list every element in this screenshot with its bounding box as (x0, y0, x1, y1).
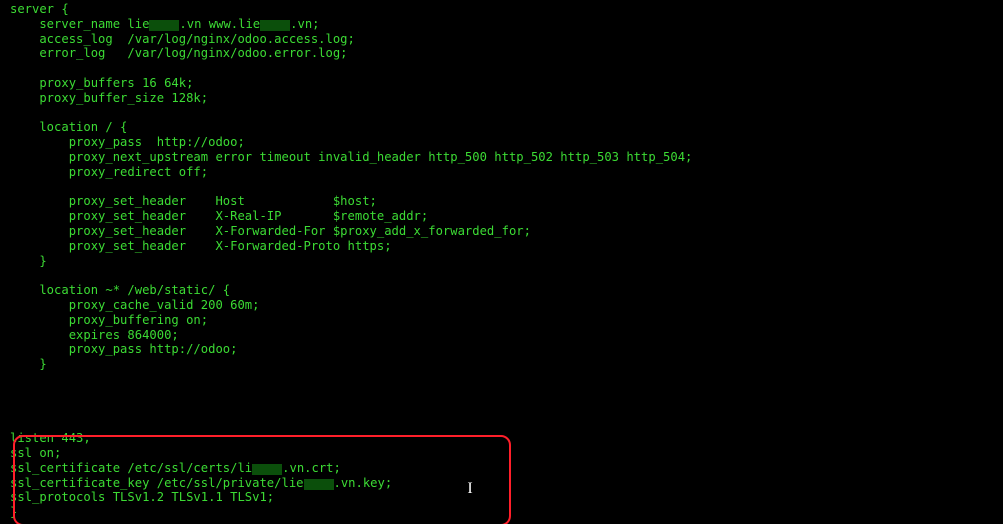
code-line-20: proxy_cache_valid 200 60m; (10, 298, 259, 312)
code-line-10: proxy_next_upstream error timeout invali… (10, 150, 692, 164)
code-line-16: proxy_set_header X-Forwarded-Proto https… (10, 239, 392, 253)
code-line-11: proxy_redirect off; (10, 165, 208, 179)
code-line-1: server_name lie.vn www.lie.vn; (10, 17, 320, 31)
redacted-segment (304, 479, 334, 490)
redacted-segment (252, 464, 282, 475)
code-line-24: } (10, 357, 47, 371)
code-line-17: } (10, 254, 47, 268)
code-line-14: proxy_set_header X-Real-IP $remote_addr; (10, 209, 428, 223)
code-line-15: proxy_set_header X-Forwarded-For $proxy_… (10, 224, 531, 238)
code-line-30: ssl on; (10, 446, 61, 460)
code-line-34: } (10, 505, 17, 519)
code-line-3: error_log /var/log/nginx/odoo.error.log; (10, 46, 348, 60)
code-line-19: location ~* /web/static/ { (10, 283, 230, 297)
code-line-13: proxy_set_header Host $host; (10, 194, 377, 208)
redacted-segment (260, 20, 290, 31)
code-line-22: expires 864000; (10, 328, 179, 342)
redacted-segment (149, 20, 179, 31)
code-line-21: proxy_buffering on; (10, 313, 208, 327)
code-line-23: proxy_pass http://odoo; (10, 342, 237, 356)
code-line-6: proxy_buffer_size 128k; (10, 91, 208, 105)
code-line-2: access_log /var/log/nginx/odoo.access.lo… (10, 32, 355, 46)
code-line-8: location / { (10, 120, 127, 134)
code-line-0: server { (10, 2, 69, 16)
code-line-29: listen 443; (10, 431, 91, 445)
code-line-32: ssl_certificate_key /etc/ssl/private/lie… (10, 476, 392, 490)
code-line-9: proxy_pass http://odoo; (10, 135, 245, 149)
code-line-31: ssl_certificate /etc/ssl/certs/li.vn.crt… (10, 461, 341, 475)
nginx-config-editor[interactable]: server { server_name lie.vn www.lie.vn; … (0, 0, 1003, 524)
code-line-33: ssl_protocols TLSv1.2 TLSv1.1 TLSv1; (10, 490, 274, 504)
code-line-5: proxy_buffers 16 64k; (10, 76, 193, 90)
